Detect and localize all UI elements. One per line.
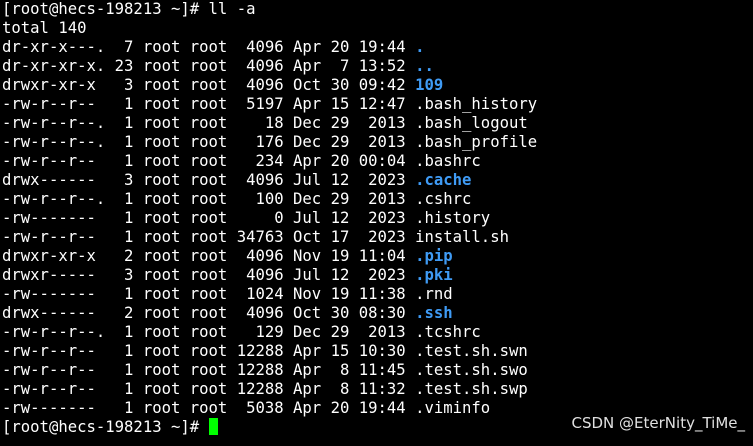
file-name: .viminfo bbox=[415, 399, 491, 417]
entry-metadata: drwx------ 2 root root 4096 Oct 30 08:30 bbox=[2, 304, 416, 322]
directory-name: .pki bbox=[415, 266, 453, 284]
entry-metadata: -rw-r--r-- 1 root root 12288 Apr 15 10:3… bbox=[2, 342, 416, 360]
entry-metadata: drwxr-xr-x 2 root root 4096 Nov 19 11:04 bbox=[2, 247, 416, 265]
command-line: [root@hecs-198213 ~]# ll -a bbox=[2, 0, 753, 19]
directory-listing: dr-xr-x---. 7 root root 4096 Apr 20 19:4… bbox=[2, 38, 753, 418]
listing-row: -rw-r--r--. 1 root root 100 Dec 29 2013 … bbox=[2, 190, 753, 209]
listing-row: drwxr-xr-x 2 root root 4096 Nov 19 11:04… bbox=[2, 247, 753, 266]
entry-metadata: drwxr-xr-x 3 root root 4096 Oct 30 09:42 bbox=[2, 76, 416, 94]
file-name: .test.sh.swn bbox=[415, 342, 528, 360]
listing-row: -rw-r--r--. 1 root root 176 Dec 29 2013 … bbox=[2, 133, 753, 152]
file-name: .tcshrc bbox=[415, 323, 481, 341]
listing-row: -rw-r--r-- 1 root root 234 Apr 20 00:04 … bbox=[2, 152, 753, 171]
file-name: .test.sh.swo bbox=[415, 361, 528, 379]
file-name: .bash_history bbox=[415, 95, 538, 113]
file-name: .bash_logout bbox=[415, 114, 528, 132]
entry-metadata: -rw-r--r--. 1 root root 176 Dec 29 2013 bbox=[2, 133, 416, 151]
entry-metadata: dr-xr-xr-x. 23 root root 4096 Apr 7 13:5… bbox=[2, 57, 416, 75]
listing-row: drwx------ 2 root root 4096 Oct 30 08:30… bbox=[2, 304, 753, 323]
listing-row: -rw-r--r-- 1 root root 34763 Oct 17 2023… bbox=[2, 228, 753, 247]
entry-metadata: -rw-r--r-- 1 root root 5197 Apr 15 12:47 bbox=[2, 95, 416, 113]
shell-prompt: [root@hecs-198213 ~]# bbox=[2, 418, 209, 436]
listing-row: -rw-r--r-- 1 root root 12288 Apr 8 11:45… bbox=[2, 361, 753, 380]
listing-row: -rw-r--r--. 1 root root 18 Dec 29 2013 .… bbox=[2, 114, 753, 133]
entry-metadata: -rw-r--r--. 1 root root 18 Dec 29 2013 bbox=[2, 114, 416, 132]
directory-name: 109 bbox=[415, 76, 444, 94]
watermark: CSDN @EterNity_TiMe_ bbox=[571, 414, 745, 432]
file-name: .rnd bbox=[415, 285, 453, 303]
file-name: install.sh bbox=[415, 228, 509, 246]
directory-name: . bbox=[415, 38, 425, 56]
directory-name: .cache bbox=[415, 171, 472, 189]
file-name: .history bbox=[415, 209, 491, 227]
listing-row: -rw-r--r-- 1 root root 12288 Apr 8 11:32… bbox=[2, 380, 753, 399]
entry-metadata: -rw-r--r--. 1 root root 100 Dec 29 2013 bbox=[2, 190, 416, 208]
directory-name: .. bbox=[415, 57, 434, 75]
listing-row: dr-xr-xr-x. 23 root root 4096 Apr 7 13:5… bbox=[2, 57, 753, 76]
file-name: .bashrc bbox=[415, 152, 481, 170]
listing-row: -rw-r--r-- 1 root root 12288 Apr 15 10:3… bbox=[2, 342, 753, 361]
command-text: ll -a bbox=[208, 0, 256, 18]
file-name: .bash_profile bbox=[415, 133, 538, 151]
text-cursor[interactable] bbox=[208, 418, 218, 435]
entry-metadata: -rw-r--r-- 1 root root 234 Apr 20 00:04 bbox=[2, 152, 416, 170]
entry-metadata: -rw-r--r-- 1 root root 34763 Oct 17 2023 bbox=[2, 228, 416, 246]
entry-metadata: -rw------- 1 root root 0 Jul 12 2023 bbox=[2, 209, 416, 227]
directory-name: .pip bbox=[415, 247, 453, 265]
entry-metadata: drwxr----- 3 root root 4096 Jul 12 2023 bbox=[2, 266, 416, 284]
listing-row: drwx------ 3 root root 4096 Jul 12 2023 … bbox=[2, 171, 753, 190]
entry-metadata: -rw-r--r--. 1 root root 129 Dec 29 2013 bbox=[2, 323, 416, 341]
entry-metadata: -rw-r--r-- 1 root root 12288 Apr 8 11:32 bbox=[2, 380, 416, 398]
total-line: total 140 bbox=[2, 19, 87, 37]
listing-row: -rw------- 1 root root 0 Jul 12 2023 .hi… bbox=[2, 209, 753, 228]
entry-metadata: dr-xr-x---. 7 root root 4096 Apr 20 19:4… bbox=[2, 38, 416, 56]
entry-metadata: -rw-r--r-- 1 root root 12288 Apr 8 11:45 bbox=[2, 361, 416, 379]
file-name: .test.sh.swp bbox=[415, 380, 528, 398]
directory-name: .ssh bbox=[415, 304, 453, 322]
listing-row: -rw-r--r-- 1 root root 5197 Apr 15 12:47… bbox=[2, 95, 753, 114]
shell-prompt: [root@hecs-198213 ~]# bbox=[2, 0, 209, 18]
listing-row: -rw-r--r--. 1 root root 129 Dec 29 2013 … bbox=[2, 323, 753, 342]
entry-metadata: -rw------- 1 root root 1024 Nov 19 11:38 bbox=[2, 285, 416, 303]
listing-row: -rw------- 1 root root 1024 Nov 19 11:38… bbox=[2, 285, 753, 304]
listing-row: drwxr-xr-x 3 root root 4096 Oct 30 09:42… bbox=[2, 76, 753, 95]
terminal-window[interactable]: [root@hecs-198213 ~]# ll -a total 140 dr… bbox=[0, 0, 753, 446]
listing-row: dr-xr-x---. 7 root root 4096 Apr 20 19:4… bbox=[2, 38, 753, 57]
entry-metadata: -rw------- 1 root root 5038 Apr 20 19:44 bbox=[2, 399, 416, 417]
entry-metadata: drwx------ 3 root root 4096 Jul 12 2023 bbox=[2, 171, 416, 189]
file-name: .cshrc bbox=[415, 190, 472, 208]
listing-row: drwxr----- 3 root root 4096 Jul 12 2023 … bbox=[2, 266, 753, 285]
